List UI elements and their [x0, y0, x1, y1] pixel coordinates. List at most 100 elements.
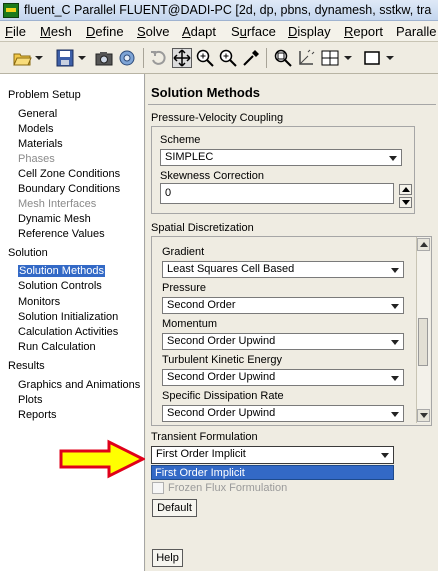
momentum-select[interactable]: Second Order Upwind — [162, 333, 404, 350]
save-dropdown-icon[interactable] — [78, 50, 86, 66]
menu-surface[interactable]: Surface — [231, 24, 276, 39]
spin-up-icon[interactable] — [399, 184, 412, 195]
chevron-down-icon — [391, 412, 399, 417]
transient-formulation-select[interactable]: First Order Implicit — [151, 446, 394, 464]
pressure-label: Pressure — [162, 282, 207, 294]
probe-icon[interactable] — [241, 48, 261, 68]
turbulent-kinetic-energy-label: Turbulent Kinetic Energy — [162, 354, 283, 366]
section-spatial-discretization: Spatial Discretization — [151, 222, 254, 234]
zoom-fit-icon[interactable] — [218, 48, 238, 68]
momentum-value: Second Order Upwind — [167, 335, 276, 347]
scroll-up-icon[interactable] — [417, 238, 430, 251]
tree-item-plots[interactable]: Plots — [18, 394, 42, 406]
zoom-in-icon[interactable] — [195, 48, 215, 68]
transient-formulation-option[interactable]: First Order Implicit — [151, 465, 394, 480]
gear-icon[interactable] — [117, 48, 137, 68]
specific-dissipation-rate-label: Specific Dissipation Rate — [162, 390, 284, 402]
chevron-down-icon — [391, 376, 399, 381]
scroll-down-icon[interactable] — [417, 409, 430, 422]
open-dropdown-icon[interactable] — [35, 50, 43, 66]
frozen-flux-checkbox — [152, 482, 164, 494]
tree-item-reports[interactable]: Reports — [18, 409, 57, 421]
gradient-value: Least Squares Cell Based — [167, 263, 295, 275]
toolbar-separator — [266, 48, 267, 68]
section-pressure-velocity-coupling: Pressure-Velocity Coupling — [151, 112, 284, 124]
axes-icon[interactable] — [296, 48, 316, 68]
scheme-value: SIMPLEC — [165, 151, 214, 163]
camera-icon[interactable] — [94, 48, 114, 68]
menu-display[interactable]: Display — [288, 24, 331, 39]
turbulent-kinetic-energy-select[interactable]: Second Order Upwind — [162, 369, 404, 386]
window-dropdown-icon[interactable] — [386, 50, 394, 66]
fluent-app-icon — [3, 3, 19, 18]
frozen-flux-label: Frozen Flux Formulation — [168, 482, 288, 494]
tree-item-general[interactable]: General — [18, 108, 57, 120]
tree-group-solution[interactable]: Solution — [8, 247, 48, 259]
menu-solve[interactable]: Solve — [137, 24, 170, 39]
scheme-select[interactable]: SIMPLEC — [160, 149, 402, 166]
rotate-icon[interactable] — [149, 48, 169, 68]
panel-title: Solution Methods — [151, 85, 261, 100]
tree-group-results[interactable]: Results — [8, 360, 45, 372]
layout-dropdown-icon[interactable] — [344, 50, 352, 66]
skewness-correction-input[interactable]: 0 — [160, 183, 394, 204]
chevron-down-icon — [381, 453, 389, 458]
menu-mesh[interactable]: Mesh — [40, 24, 72, 39]
tree-item-graphics-and-animations[interactable]: Graphics and Animations — [18, 379, 140, 391]
menu-file[interactable]: File — [5, 24, 26, 39]
chevron-down-icon — [391, 304, 399, 309]
menu-adapt[interactable]: Adapt — [182, 24, 216, 39]
scheme-label: Scheme — [160, 134, 201, 146]
layout-icon[interactable] — [320, 48, 340, 68]
tree-item-dynamic-mesh[interactable]: Dynamic Mesh — [18, 213, 91, 225]
tree-item-monitors[interactable]: Monitors — [18, 296, 60, 308]
open-icon[interactable] — [12, 48, 32, 68]
window-title: fluent_C Parallel FLUENT@DADI-PC [2d, dp… — [24, 3, 432, 17]
skewness-correction-label: Skewness Correction — [160, 170, 264, 182]
tree-item-cell-zone-conditions[interactable]: Cell Zone Conditions — [18, 168, 120, 180]
navigation-tree: Problem Setup General Models Materials P… — [0, 74, 145, 571]
spin-down-icon[interactable] — [399, 197, 412, 208]
tree-item-materials[interactable]: Materials — [18, 138, 63, 150]
menu-report[interactable]: Report — [344, 24, 383, 39]
pressure-select[interactable]: Second Order — [162, 297, 404, 314]
toolbar — [0, 42, 438, 74]
tree-item-mesh-interfaces: Mesh Interfaces — [18, 198, 97, 210]
tree-item-solution-controls[interactable]: Solution Controls — [18, 280, 102, 292]
tree-item-solution-methods[interactable]: Solution Methods — [18, 265, 105, 277]
scroll-thumb[interactable] — [418, 318, 428, 366]
window-frame-icon[interactable] — [362, 48, 382, 68]
pointer-arrow — [59, 439, 145, 479]
chevron-down-icon — [391, 268, 399, 273]
tree-item-phases: Phases — [18, 153, 55, 165]
save-icon[interactable] — [55, 48, 75, 68]
tree-item-run-calculation[interactable]: Run Calculation — [18, 341, 96, 353]
tree-item-solution-initialization[interactable]: Solution Initialization — [18, 311, 118, 323]
tree-item-reference-values[interactable]: Reference Values — [18, 228, 105, 240]
gradient-select[interactable]: Least Squares Cell Based — [162, 261, 404, 278]
zoom-area-icon[interactable] — [273, 48, 293, 68]
momentum-label: Momentum — [162, 318, 218, 330]
pressure-value: Second Order — [167, 299, 236, 311]
tree-item-models[interactable]: Models — [18, 123, 53, 135]
menu-parallel[interactable]: Paralle — [396, 24, 436, 39]
gradient-label: Gradient — [162, 246, 205, 258]
turbulent-kinetic-energy-value: Second Order Upwind — [167, 371, 276, 383]
tree-group-problem-setup[interactable]: Problem Setup — [8, 89, 81, 101]
specific-dissipation-rate-value: Second Order Upwind — [167, 407, 276, 419]
translate-icon[interactable] — [172, 48, 192, 68]
divider — [148, 104, 436, 105]
chevron-down-icon — [391, 340, 399, 345]
default-button[interactable]: Default — [152, 499, 197, 517]
chevron-down-icon — [389, 156, 397, 161]
transient-formulation-value: First Order Implicit — [156, 448, 246, 460]
toolbar-separator — [143, 48, 144, 68]
section-transient-formulation: Transient Formulation — [151, 431, 258, 443]
tree-item-boundary-conditions[interactable]: Boundary Conditions — [18, 183, 120, 195]
menu-define[interactable]: Define — [86, 24, 124, 39]
title-bar: fluent_C Parallel FLUENT@DADI-PC [2d, dp… — [0, 0, 438, 21]
tree-item-calculation-activities[interactable]: Calculation Activities — [18, 326, 118, 338]
specific-dissipation-rate-select[interactable]: Second Order Upwind — [162, 405, 404, 422]
help-button[interactable]: Help — [152, 549, 183, 567]
menu-bar: File Mesh Define Solve Adapt Surface Dis… — [0, 21, 438, 42]
